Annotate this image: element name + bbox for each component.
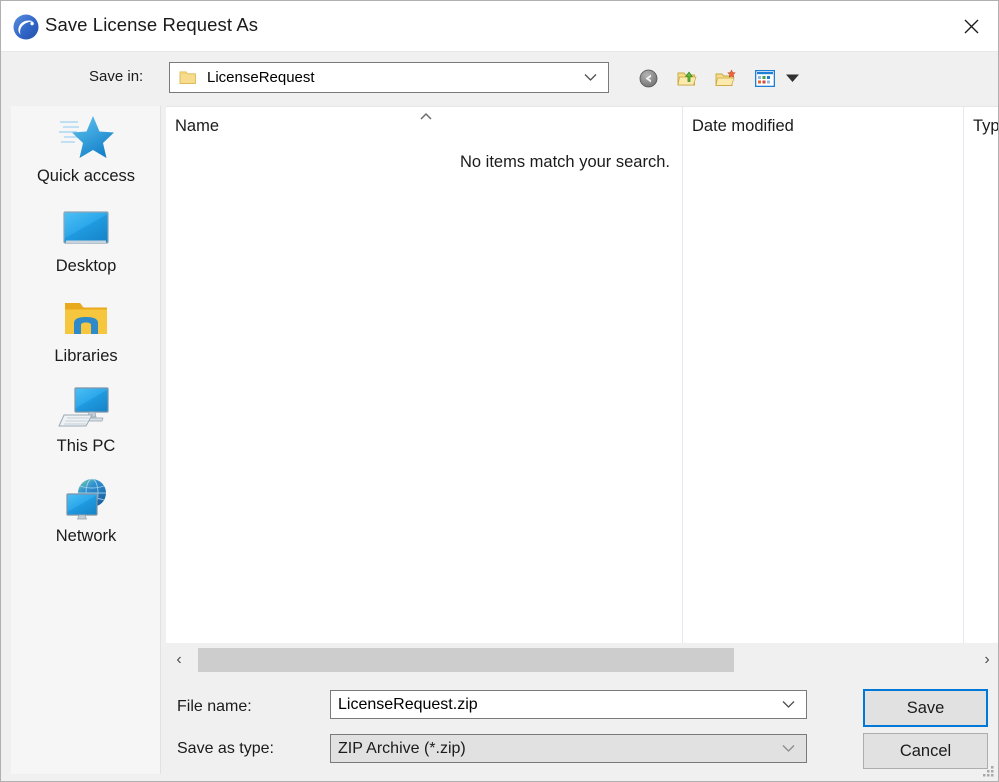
save-button[interactable]: Save: [863, 689, 988, 727]
sidebar-item-label: Network: [55, 527, 117, 545]
cancel-button[interactable]: Cancel: [863, 733, 988, 769]
network-globe-icon: [58, 474, 114, 522]
close-icon: [964, 19, 978, 33]
save-button-label: Save: [906, 698, 945, 717]
monitor-icon: [60, 204, 112, 252]
save-as-type-label: Save as type:: [177, 740, 274, 757]
back-arrow-icon: [639, 69, 657, 87]
this-pc-icon: [58, 384, 114, 432]
scrollbar-thumb[interactable]: [198, 648, 734, 672]
sidebar-item-label: Quick access: [36, 167, 136, 185]
file-list[interactable]: Name Date modified Typ No items match yo…: [166, 106, 999, 643]
views-button[interactable]: [751, 65, 779, 91]
chevron-down-icon[interactable]: [782, 740, 795, 758]
empty-list-message: No items match your search.: [460, 153, 670, 171]
scroll-left-arrow-icon[interactable]: ‹: [166, 646, 192, 674]
sidebar-item-network[interactable]: Network: [11, 474, 161, 546]
views-grid-icon: [755, 69, 775, 87]
triangle-down-icon: [785, 74, 799, 82]
folder-icon: [179, 70, 197, 86]
close-button[interactable]: [942, 1, 998, 51]
scroll-right-arrow-icon[interactable]: ›: [974, 646, 998, 674]
libraries-folder-icon: [60, 294, 112, 342]
app-swoosh-icon: [12, 13, 40, 41]
save-as-type-value: ZIP Archive (*.zip): [338, 739, 466, 757]
column-header-date-modified[interactable]: Date modified: [683, 107, 964, 643]
save-in-combobox[interactable]: LicenseRequest: [169, 62, 609, 93]
sidebar-item-label: This PC: [56, 437, 116, 455]
save-as-type-select[interactable]: ZIP Archive (*.zip): [330, 734, 807, 763]
caret-up-icon: [419, 110, 433, 123]
sidebar-item-this-pc[interactable]: This PC: [11, 384, 161, 456]
resize-grip[interactable]: [982, 765, 995, 778]
column-header-type[interactable]: Typ: [964, 107, 999, 643]
column-header-name[interactable]: Name: [166, 107, 683, 643]
column-header-label: Typ: [973, 117, 999, 135]
file-name-input[interactable]: LicenseRequest.zip: [330, 690, 807, 719]
star-icon: [57, 114, 115, 162]
new-folder-button[interactable]: [712, 65, 740, 91]
save-in-label: Save in:: [89, 68, 144, 85]
chevron-down-icon: [584, 69, 597, 87]
horizontal-scrollbar[interactable]: ‹ ›: [166, 646, 998, 674]
sidebar-item-desktop[interactable]: Desktop: [11, 204, 161, 276]
save-in-value: LicenseRequest: [207, 69, 315, 86]
back-button[interactable]: [634, 65, 662, 91]
file-name-value: LicenseRequest.zip: [338, 695, 478, 713]
column-header-label: Date modified: [692, 117, 794, 135]
sidebar-item-quick-access[interactable]: Quick access: [11, 114, 161, 186]
new-folder-icon: [715, 69, 736, 86]
views-dropdown-button[interactable]: [781, 65, 803, 91]
sidebar-item-label: Desktop: [55, 257, 117, 275]
folder-up-arrow-icon: [677, 71, 696, 85]
window-title: Save License Request As: [45, 14, 259, 35]
cancel-button-label: Cancel: [899, 741, 952, 760]
sidebar-item-libraries[interactable]: Libraries: [11, 294, 161, 366]
places-sidebar: Quick access Desktop Libraries This PC N…: [11, 106, 161, 774]
sidebar-item-label: Libraries: [54, 347, 118, 365]
title-bar: Save License Request As: [1, 1, 998, 52]
file-name-label: File name:: [177, 698, 252, 715]
column-header-label: Name: [175, 117, 220, 135]
up-one-level-button[interactable]: [673, 65, 701, 91]
save-as-dialog: Save License Request As Save in: License…: [0, 0, 999, 782]
chevron-down-icon[interactable]: [782, 696, 795, 714]
